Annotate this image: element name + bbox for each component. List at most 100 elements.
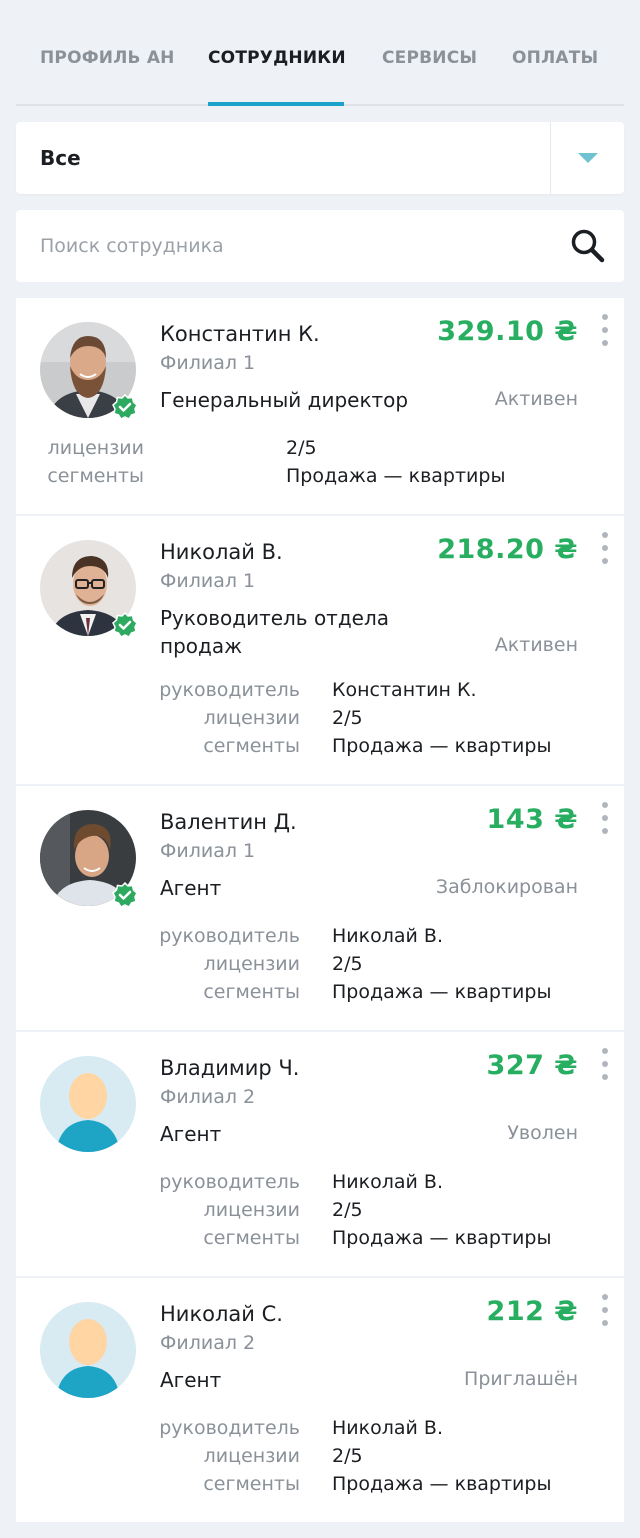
manager-value: Николай В. — [332, 925, 443, 947]
licenses-label: лицензии — [47, 437, 144, 459]
manager-row: руководитель Николай В. — [159, 922, 551, 950]
tab-services[interactable]: СЕРВИСЫ — [382, 48, 477, 106]
tab-employees[interactable]: СОТРУДНИКИ — [208, 48, 346, 106]
employee-role: Агент — [160, 1368, 222, 1392]
employee-card[interactable]: Константин К. Филиал 1 Генеральный дирек… — [16, 298, 624, 514]
employee-status: Активен — [494, 388, 578, 410]
segments-label: сегменты — [203, 1227, 300, 1249]
tab-bar: ПРОФИЛЬ АН СОТРУДНИКИ СЕРВИСЫ ОПЛАТЫ — [16, 0, 624, 106]
segments-label: сегменты — [203, 1473, 300, 1495]
employee-card[interactable]: Николай С. Филиал 2 Агент Приглашён 212 … — [16, 1278, 624, 1522]
manager-row: руководитель Николай В. — [159, 1168, 551, 1196]
more-options-icon[interactable] — [600, 1294, 610, 1334]
licenses-value: 2/5 — [332, 707, 363, 729]
chevron-down-icon[interactable] — [578, 153, 598, 163]
manager-label: руководитель — [159, 925, 300, 947]
segments-label: сегменты — [47, 465, 144, 487]
manager-label: руководитель — [159, 1417, 300, 1439]
more-options-icon[interactable] — [600, 314, 610, 354]
employee-status: Активен — [494, 634, 578, 656]
segments-value: Продажа — квартиры — [332, 981, 552, 1003]
licenses-label: лицензии — [203, 1445, 300, 1467]
placeholder-avatar-icon — [40, 1302, 136, 1398]
avatar — [40, 1056, 136, 1152]
manager-label: руководитель — [159, 679, 300, 701]
licenses-row: лицензии 2/5 — [204, 704, 551, 732]
licenses-label: лицензии — [203, 1199, 300, 1221]
employee-card[interactable]: Валентин Д. Филиал 1 Агент Заблокирован … — [16, 786, 624, 1030]
segments-label: сегменты — [203, 981, 300, 1003]
employee-branch: Филиал 2 — [160, 1332, 256, 1354]
employee-name: Валентин Д. — [160, 810, 297, 834]
search-icon[interactable] — [568, 226, 608, 266]
segments-row: сегменты Продажа — квартиры — [203, 1470, 552, 1498]
branch-filter-select[interactable]: Все — [16, 122, 624, 194]
employee-details: руководитель Николай В. лицензии 2/5 сег… — [159, 1168, 552, 1252]
verified-badge-icon — [112, 612, 138, 638]
employee-balance: 212 ₴ — [486, 1296, 578, 1327]
employee-role: Агент — [160, 1122, 222, 1146]
segments-value: Продажа — квартиры — [332, 735, 552, 757]
employee-balance: 329.10 ₴ — [437, 316, 578, 347]
segments-row: сегменты Продажа — квартиры — [203, 732, 552, 760]
segments-row: сегменты Продажа — квартиры — [47, 462, 506, 490]
licenses-label: лицензии — [203, 953, 300, 975]
employee-name: Николай В. — [160, 540, 283, 564]
tab-agency-profile[interactable]: ПРОФИЛЬ АН — [40, 48, 175, 106]
avatar — [40, 1302, 136, 1398]
search-bar — [16, 210, 624, 282]
employee-name: Владимир Ч. — [160, 1056, 300, 1080]
more-options-icon[interactable] — [600, 1048, 610, 1088]
more-options-icon[interactable] — [600, 532, 610, 572]
licenses-row: лицензии 2/5 — [48, 434, 505, 462]
licenses-value: 2/5 — [332, 953, 363, 975]
employee-branch: Филиал 1 — [160, 352, 256, 374]
licenses-row: лицензии 2/5 — [204, 950, 551, 978]
segments-value: Продажа — квартиры — [332, 1473, 552, 1495]
verified-badge-icon — [112, 882, 138, 908]
placeholder-avatar-icon — [40, 1056, 136, 1152]
segments-row: сегменты Продажа — квартиры — [203, 1224, 552, 1252]
licenses-label: лицензии — [203, 707, 300, 729]
segments-value: Продажа — квартиры — [286, 465, 506, 487]
manager-row: руководитель Константин К. — [159, 676, 551, 704]
employee-status: Заблокирован — [435, 876, 578, 898]
employee-balance: 143 ₴ — [486, 804, 578, 835]
employee-name: Константин К. — [160, 322, 320, 346]
segments-value: Продажа — квартиры — [332, 1227, 552, 1249]
employee-card[interactable]: Владимир Ч. Филиал 2 Агент Уволен 327 ₴ … — [16, 1032, 624, 1276]
more-options-icon[interactable] — [600, 802, 610, 842]
select-value: Все — [40, 146, 81, 170]
employee-branch: Филиал 2 — [160, 1086, 256, 1108]
employee-role: Генеральный директор — [160, 388, 409, 412]
manager-value: Николай В. — [332, 1171, 443, 1193]
select-divider — [550, 122, 551, 194]
employee-details: руководитель Николай В. лицензии 2/5 сег… — [159, 1414, 552, 1498]
licenses-value: 2/5 — [332, 1199, 363, 1221]
search-input[interactable] — [40, 210, 560, 282]
employee-details: руководитель Константин К. лицензии 2/5 … — [159, 676, 552, 760]
tab-payments[interactable]: ОПЛАТЫ — [512, 48, 598, 106]
employee-status: Уволен — [507, 1122, 578, 1144]
employee-name: Николай С. — [160, 1302, 283, 1326]
employee-branch: Филиал 1 — [160, 570, 256, 592]
employee-details: лицензии 2/5 сегменты Продажа — квартиры — [47, 434, 506, 490]
verified-badge-icon — [112, 394, 138, 420]
segments-row: сегменты Продажа — квартиры — [203, 978, 552, 1006]
licenses-row: лицензии 2/5 — [204, 1196, 551, 1224]
employee-balance: 327 ₴ — [486, 1050, 578, 1081]
manager-row: руководитель Николай В. — [159, 1414, 551, 1442]
manager-value: Николай В. — [332, 1417, 443, 1439]
manager-value: Константин К. — [332, 679, 477, 701]
licenses-value: 2/5 — [332, 1445, 363, 1467]
employee-details: руководитель Николай В. лицензии 2/5 сег… — [159, 922, 552, 1006]
manager-label: руководитель — [159, 1171, 300, 1193]
licenses-value: 2/5 — [286, 437, 317, 459]
employee-card[interactable]: Николай В. Филиал 1 Руководитель отдела … — [16, 516, 624, 784]
employee-role: Агент — [160, 876, 222, 900]
employee-role: Руководитель отдела продаж — [160, 606, 390, 658]
employee-balance: 218.20 ₴ — [437, 534, 578, 565]
employee-branch: Филиал 1 — [160, 840, 256, 862]
segments-label: сегменты — [203, 735, 300, 757]
licenses-row: лицензии 2/5 — [204, 1442, 551, 1470]
